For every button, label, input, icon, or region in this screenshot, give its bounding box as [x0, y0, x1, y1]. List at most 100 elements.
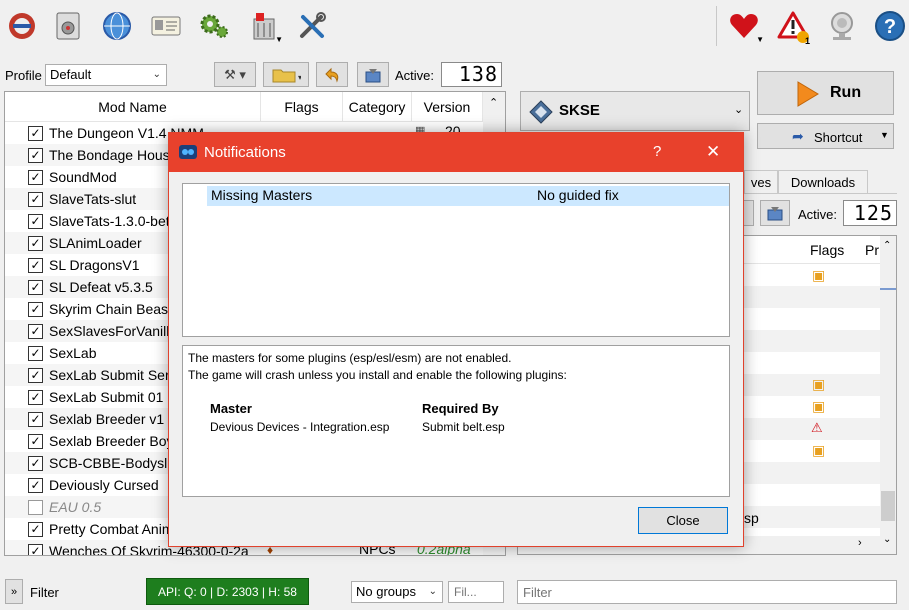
backup-save-icon — [365, 68, 381, 82]
notifications-dialog: Notifications ? ✕ Missing Masters No gui… — [168, 132, 744, 547]
profile-select[interactable]: Default ⌄ — [45, 64, 167, 86]
profile-label: Profile — [5, 68, 42, 83]
plugin-list-scrollbar[interactable]: ⌃ ⌄ — [880, 236, 896, 554]
chevron-right-icon[interactable]: › — [858, 537, 862, 549]
mod-enabled-checkbox[interactable]: ✓ — [28, 147, 43, 163]
shortcut-button[interactable]: ➦ Shortcut ▼ — [757, 123, 894, 149]
folder-icon: ▾ — [272, 69, 301, 82]
sort-button[interactable] — [744, 200, 754, 226]
mod-enabled-checkbox[interactable]: ✓ — [28, 213, 43, 229]
scroll-marker — [880, 288, 896, 290]
executable-select[interactable]: SKSE ⌄ — [520, 91, 750, 131]
dialog-close-icon[interactable]: ✕ — [706, 142, 720, 162]
profiles-icon[interactable] — [146, 6, 186, 46]
mod-enabled-checkbox[interactable]: ✓ — [28, 543, 43, 555]
col-priority[interactable]: Pr — [865, 242, 879, 258]
toolbar-separator — [716, 6, 717, 46]
mod-actions-button[interactable]: ⚒ ▾ — [214, 62, 256, 87]
mod-enabled-checkbox[interactable]: ✓ — [28, 455, 43, 471]
filter-label: Filter — [30, 585, 59, 600]
mod-enabled-checkbox[interactable]: ✓ — [28, 433, 43, 449]
tools-menu-icon: ⚒ ▾ — [224, 66, 246, 82]
mod-name: Sexlab Breeder v1 — [49, 411, 165, 427]
tools-icon[interactable]: ▼ — [243, 6, 283, 46]
plugin-filter-input[interactable] — [517, 580, 897, 604]
help-icon[interactable]: ? — [870, 6, 909, 46]
svg-text:▾: ▾ — [298, 73, 301, 82]
tab-downloads[interactable]: Downloads — [778, 170, 868, 193]
mod-enabled-checkbox[interactable]: ✓ — [28, 389, 43, 405]
dialog-titlebar[interactable]: Notifications ? ✕ — [169, 133, 743, 172]
play-icon — [797, 81, 819, 107]
dialog-title: Notifications — [204, 144, 286, 161]
chevron-down-icon: ⌄ — [152, 69, 161, 80]
chevron-down-icon: ▼ — [756, 35, 764, 44]
mod-enabled-checkbox[interactable]: ✓ — [28, 411, 43, 427]
chevron-up-icon[interactable]: ⌃ — [883, 240, 891, 251]
plugins-active-label: Active: — [798, 207, 838, 222]
col-mod-name[interactable]: Mod Name — [5, 92, 261, 122]
expand-filter-button[interactable]: » — [5, 579, 23, 604]
archive-install-icon[interactable] — [48, 6, 88, 46]
chevron-down-icon: ▼ — [275, 35, 283, 44]
package-flag-icon: ▣ — [812, 442, 826, 458]
plugin-backup-button[interactable] — [760, 200, 790, 226]
instance-icon[interactable] — [2, 6, 42, 46]
mod-enabled-checkbox[interactable]: ✓ — [28, 477, 43, 493]
mod-enabled-checkbox[interactable]: ✓ — [28, 125, 43, 141]
create-backup-button[interactable] — [357, 62, 389, 87]
col-version[interactable]: Version — [412, 92, 483, 122]
mod-enabled-checkbox[interactable]: ✓ — [28, 169, 43, 185]
backup-save-icon — [767, 207, 783, 221]
tab-saves[interactable]: ves — [744, 170, 778, 193]
notification-list[interactable]: Missing Masters No guided fix — [182, 183, 730, 337]
chevron-down-icon: ⌄ — [428, 586, 437, 597]
restore-backup-button[interactable] — [316, 62, 348, 87]
mod-enabled-checkbox[interactable]: ✓ — [28, 323, 43, 339]
mod-name: EAU 0.5 — [49, 499, 102, 515]
undo-arrow-icon — [325, 67, 339, 83]
col-flags[interactable]: Flags — [810, 242, 844, 258]
mod-name: Sexlab Breeder Boys — [49, 433, 181, 449]
notification-row[interactable]: Missing Masters No guided fix — [207, 186, 729, 206]
mod-filter-input[interactable] — [448, 581, 504, 603]
close-button[interactable]: Close — [638, 507, 728, 534]
mod-enabled-checkbox[interactable]: ✓ — [28, 521, 43, 537]
nexus-globe-icon[interactable] — [97, 6, 137, 46]
notification-description: The masters for some plugins (esp/esl/es… — [182, 345, 730, 497]
mod-enabled-checkbox[interactable]: ✓ — [28, 257, 43, 273]
groups-value: No groups — [356, 584, 416, 599]
mod-name: SexSlavesForVanilla — [49, 323, 178, 339]
shortcut-label: Shortcut — [814, 130, 863, 145]
settings-wrench-icon[interactable] — [292, 6, 332, 46]
api-status: API: Q: 0 | D: 2303 | H: 58 — [146, 578, 309, 605]
mod-enabled-checkbox[interactable]: ✓ — [28, 235, 43, 251]
chevron-down-icon[interactable]: ⌄ — [883, 534, 891, 545]
mod-enabled-checkbox[interactable]: ✓ — [28, 279, 43, 295]
groups-select[interactable]: No groups ⌄ — [351, 581, 443, 603]
package-flag-icon: ▣ — [812, 398, 826, 414]
dialog-help-button[interactable]: ? — [653, 143, 661, 160]
col-required-by: Required By — [422, 401, 499, 416]
mod-enabled-checkbox[interactable]: ✓ — [28, 301, 43, 317]
mod-enabled-checkbox[interactable]: ✓ — [28, 367, 43, 383]
open-folder-button[interactable]: ▾ — [263, 62, 309, 87]
col-category[interactable]: Category — [343, 92, 412, 122]
partial-plugin-name: sp — [744, 510, 759, 526]
update-icon[interactable] — [822, 6, 862, 46]
executables-gear-icon[interactable] — [194, 6, 234, 46]
mod-name: SL Defeat v5.3.5 — [49, 279, 153, 295]
col-flags[interactable]: Flags — [261, 92, 343, 122]
mod-name: SexLab — [49, 345, 97, 361]
active-mods-counter: 138 — [441, 62, 502, 87]
mod-enabled-checkbox[interactable]: ✓ — [28, 191, 43, 207]
endorse-heart-icon[interactable]: ▼ — [724, 6, 764, 46]
mod-name: SLAnimLoader — [49, 235, 142, 251]
mod-enabled-checkbox[interactable]: ✓ — [28, 345, 43, 361]
mod-name: SoundMod — [49, 169, 117, 185]
mod-enabled-checkbox[interactable] — [28, 499, 43, 515]
scroll-thumb[interactable] — [881, 491, 895, 521]
run-button[interactable]: Run — [757, 71, 894, 115]
notifications-warning-icon[interactable]: 1 — [773, 6, 813, 46]
chevron-up-icon[interactable]: ⌃ — [489, 96, 498, 109]
